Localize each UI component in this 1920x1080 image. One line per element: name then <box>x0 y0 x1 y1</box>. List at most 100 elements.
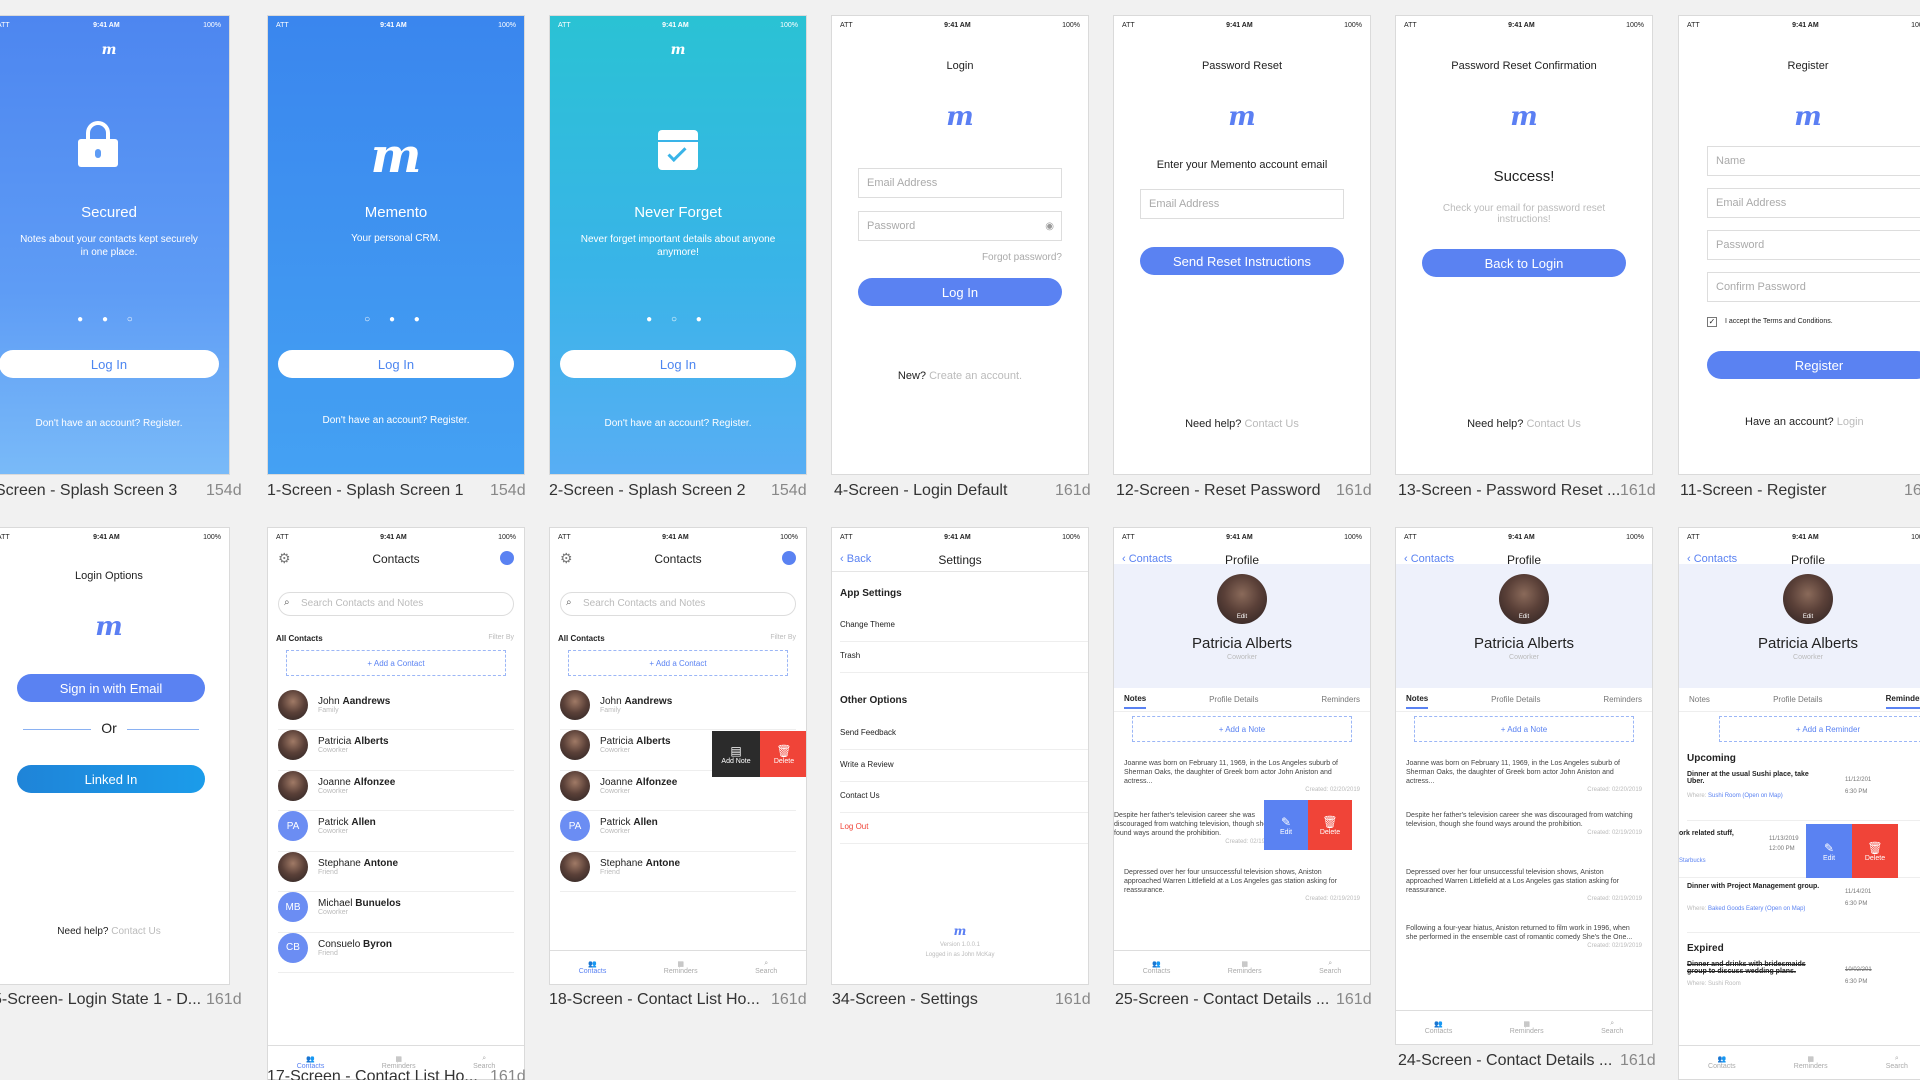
trash-item[interactable]: Trash <box>840 643 1088 673</box>
last-name: Alberts <box>354 736 389 747</box>
tab-reminders[interactable]: ▦ Reminders <box>1794 1055 1828 1070</box>
profile-icon[interactable] <box>500 551 514 565</box>
confirm-password-field[interactable]: Confirm Password <box>1707 272 1920 302</box>
add-note-swipe-button[interactable]: ▤ Add Note <box>712 731 760 777</box>
contact-name: Patricia Alberts <box>1191 635 1293 652</box>
email-field[interactable]: Email Address <box>858 168 1062 198</box>
register-link[interactable]: Don't have an account? Register. <box>268 415 524 426</box>
edit-note-swipe-button[interactable]: ✎ Edit <box>1264 800 1308 850</box>
search-input[interactable]: Search Contacts and Notes <box>560 592 796 616</box>
contact-text: Patrick Allen Coworker <box>600 817 658 835</box>
size-label: 161d <box>1055 482 1091 499</box>
email-field[interactable]: Email Address <box>1140 189 1344 219</box>
tab-search[interactable]: ⌕ Search <box>755 960 777 975</box>
send-feedback-item[interactable]: Send Feedback <box>840 720 1088 750</box>
tab-search[interactable]: ⌕ Search <box>1886 1055 1908 1070</box>
filter-button[interactable]: Filter By <box>770 634 796 641</box>
contact-us-link[interactable]: Contact Us <box>111 926 160 937</box>
reminder-item-expired[interactable]: Dinner and drinks with bridesmaids group… <box>1687 961 1920 1011</box>
contact-us-item[interactable]: Contact Us <box>840 783 1088 813</box>
reminder-item[interactable]: Dinner with Project Management group. Wh… <box>1687 883 1920 933</box>
tab-notes[interactable]: Notes <box>1689 695 1710 704</box>
reminder-place-link[interactable]: Baked Goods Eatery (Open on Map) <box>1708 906 1805 912</box>
add-note-button[interactable]: + Add a Note <box>1132 716 1352 742</box>
tab-reminders[interactable]: ▦ Reminders <box>664 960 698 975</box>
name-field[interactable]: Name <box>1707 146 1920 176</box>
change-theme-item[interactable]: Change Theme <box>840 612 1088 642</box>
delete-reminder-swipe-button[interactable]: 🗑 Delete <box>1852 824 1898 878</box>
register-link[interactable]: Don't have an account? Register. <box>0 418 229 429</box>
tab-contacts[interactable]: 👥 Contacts <box>1143 960 1171 975</box>
register-link[interactable]: Don't have an account? Register. <box>550 418 806 429</box>
tab-notes[interactable]: Notes <box>1406 690 1429 709</box>
size-label: 161d <box>1336 991 1372 1008</box>
delete-note-swipe-button[interactable]: 🗑 Delete <box>1308 800 1352 850</box>
login-button[interactable]: Log In <box>560 350 796 378</box>
email-field[interactable]: Email Address <box>1707 188 1920 218</box>
tab-reminders[interactable]: Reminders <box>1321 695 1360 704</box>
tab-notes[interactable]: Notes <box>1124 690 1147 709</box>
search-input[interactable]: Search Contacts and Notes <box>278 592 514 616</box>
last-name: Bunuelos <box>355 898 401 909</box>
time: 9:41 AM <box>93 533 120 541</box>
battery: 100% <box>1911 533 1920 541</box>
delete-swipe-button[interactable]: 🗑 Delete <box>760 731 806 777</box>
tab-search[interactable]: ⌕ Search <box>1601 1020 1623 1035</box>
contact-name: Patricia Alberts <box>1757 635 1859 652</box>
login-link[interactable]: Login <box>1837 416 1864 428</box>
linkedin-button[interactable]: Linked In <box>17 765 205 793</box>
page-dots: ● ● ○ <box>77 314 141 325</box>
add-contact-button[interactable]: + Add a Contact <box>286 650 506 676</box>
login-button[interactable]: Log In <box>278 350 514 378</box>
password-field[interactable]: Password <box>1707 230 1920 260</box>
forgot-password-link[interactable]: Forgot password? <box>982 252 1062 263</box>
login-button[interactable]: Log In <box>858 278 1062 306</box>
edit-avatar-label[interactable]: Edit <box>1679 614 1920 620</box>
register-button[interactable]: Register <box>1707 351 1920 379</box>
add-note-button[interactable]: + Add a Note <box>1414 716 1634 742</box>
tab-profile-details[interactable]: Profile Details <box>1491 695 1540 704</box>
tab-reminders[interactable]: Reminders <box>1603 695 1642 704</box>
version-label: Version 1.0.0.1 <box>939 942 981 948</box>
first-name: Joanne <box>318 776 351 788</box>
sign-in-email-button[interactable]: Sign in with Email <box>17 674 205 702</box>
note-date: Created: 02/19/2019 <box>1225 839 1280 845</box>
back-to-login-button[interactable]: Back to Login <box>1422 249 1626 277</box>
profile-icon[interactable] <box>782 551 796 565</box>
note-item: Depressed over her four unsuccessful tel… <box>1124 868 1360 904</box>
terms-checkbox[interactable]: ✓ <box>1707 317 1717 327</box>
log-out-item[interactable]: Log Out <box>840 814 1088 844</box>
tab-profile-details[interactable]: Profile Details <box>1209 695 1258 704</box>
tab-reminders[interactable]: ▦ Reminders <box>1510 1020 1544 1035</box>
send-reset-button[interactable]: Send Reset Instructions <box>1140 247 1344 275</box>
reminder-place-link[interactable]: Starbucks <box>1679 858 1706 864</box>
reminder-item[interactable]: Dinner at the usual Sushi place, take Ub… <box>1687 771 1920 821</box>
tab-contacts[interactable]: 👥 Contacts <box>1708 1055 1736 1070</box>
edit-avatar-label[interactable]: Edit <box>1396 614 1652 620</box>
contact-row[interactable]: CB Consuelo Byron Friend <box>278 923 514 973</box>
have-account-row: Have an account? Login <box>1745 416 1864 428</box>
contact-us-link[interactable]: Contact Us <box>1244 418 1298 430</box>
edit-avatar-label[interactable]: Edit <box>1114 614 1370 620</box>
add-contact-button[interactable]: + Add a Contact <box>568 650 788 676</box>
create-account-link[interactable]: Create an account. <box>929 370 1022 382</box>
login-button[interactable]: Log In <box>0 350 219 378</box>
write-review-item[interactable]: Write a Review <box>840 752 1088 782</box>
tab-search[interactable]: ⌕ Search <box>1319 960 1341 975</box>
tab-reminders[interactable]: Reminders <box>1885 690 1920 709</box>
tab-contacts[interactable]: 👥 Contacts <box>579 960 607 975</box>
contact-us-link[interactable]: Contact Us <box>1526 418 1580 430</box>
reminder-place-link[interactable]: Sushi Room (Open on Map) <box>1708 793 1783 799</box>
tab-contacts[interactable]: 👥 Contacts <box>1425 1020 1453 1035</box>
contact-row[interactable]: Stephane Antone Friend <box>560 842 796 892</box>
avatar <box>560 689 590 720</box>
password-field[interactable]: Password <box>858 211 1062 241</box>
edit-reminder-swipe-button[interactable]: ✎ Edit <box>1806 824 1852 878</box>
eye-icon[interactable]: ◉ <box>1045 221 1054 232</box>
screen-register: ATT 9:41 AM 100% Register m Name Email Add… <box>1678 15 1920 475</box>
tab-profile-details[interactable]: Profile Details <box>1773 695 1822 704</box>
add-reminder-button[interactable]: + Add a Reminder <box>1719 716 1920 742</box>
tab-reminders[interactable]: ▦ Reminders <box>1228 960 1262 975</box>
filter-button[interactable]: Filter By <box>488 634 514 641</box>
first-name: Stephane <box>318 857 361 869</box>
